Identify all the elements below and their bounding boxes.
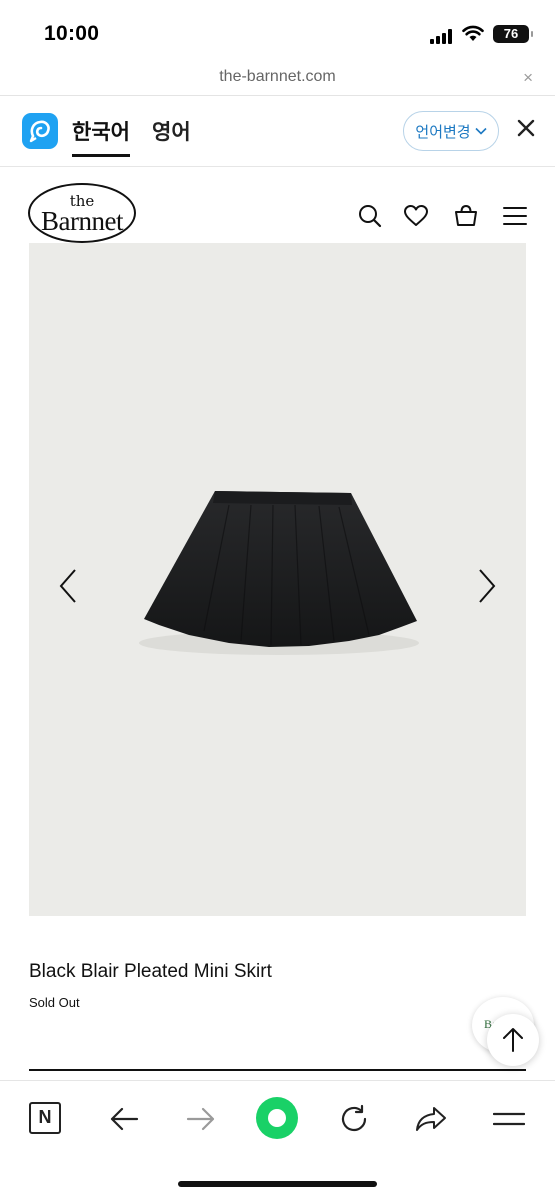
green-circle-icon[interactable] <box>256 1097 298 1139</box>
search-icon[interactable] <box>357 203 383 229</box>
product-name: Black Blair Pleated Mini Skirt <box>29 961 272 982</box>
divider <box>29 1069 526 1071</box>
menu-button[interactable] <box>489 1099 529 1139</box>
browser-toolbar: N <box>0 1080 555 1200</box>
battery-indicator: 76 <box>493 25 533 43</box>
menu-icon[interactable] <box>502 203 528 229</box>
chevron-left-icon[interactable] <box>56 568 80 604</box>
chevron-down-icon <box>475 127 487 135</box>
tab-korean[interactable]: 한국어 <box>72 116 130 157</box>
status-bar: 10:00 76 <box>0 0 555 62</box>
share-button[interactable] <box>411 1099 451 1139</box>
papago-icon[interactable] <box>22 113 58 149</box>
site-logo[interactable]: the Barnnet <box>28 183 138 245</box>
reload-button[interactable] <box>334 1099 374 1139</box>
close-icon[interactable] <box>514 116 538 140</box>
product-status: Sold Out <box>29 995 80 1010</box>
language-change-button[interactable]: 언어변경 <box>403 111 499 151</box>
skirt-image <box>139 491 419 655</box>
tab-english[interactable]: 영어 <box>152 116 191 146</box>
logo-main-text: Barnnet <box>41 206 123 236</box>
product-image-carousel[interactable] <box>29 243 526 916</box>
status-time: 10:00 <box>44 22 100 45</box>
arrow-up-icon <box>503 1028 523 1052</box>
forward-button[interactable] <box>181 1099 221 1139</box>
naver-icon[interactable]: N <box>29 1102 61 1134</box>
bag-icon[interactable] <box>453 203 479 229</box>
scroll-to-top-button[interactable] <box>487 1014 539 1066</box>
close-icon[interactable]: × <box>523 68 533 88</box>
back-button[interactable] <box>104 1099 144 1139</box>
share-icon <box>416 1107 446 1131</box>
back-arrow-icon <box>110 1107 139 1131</box>
heart-icon[interactable] <box>403 203 429 229</box>
language-change-label: 언어변경 <box>415 123 471 141</box>
home-indicator <box>178 1181 377 1187</box>
reload-icon <box>341 1104 367 1132</box>
url-bar[interactable]: the-barnnet.com × <box>0 62 555 96</box>
url-text[interactable]: the-barnnet.com <box>0 68 555 86</box>
translate-bar: 한국어 영어 언어변경 <box>0 96 555 167</box>
cellular-signal-icon <box>430 28 456 44</box>
wifi-icon <box>462 25 484 41</box>
forward-arrow-icon <box>186 1107 215 1131</box>
chevron-right-icon[interactable] <box>475 568 499 604</box>
site-header: the Barnnet <box>0 167 555 243</box>
menu-icon <box>493 1112 525 1126</box>
